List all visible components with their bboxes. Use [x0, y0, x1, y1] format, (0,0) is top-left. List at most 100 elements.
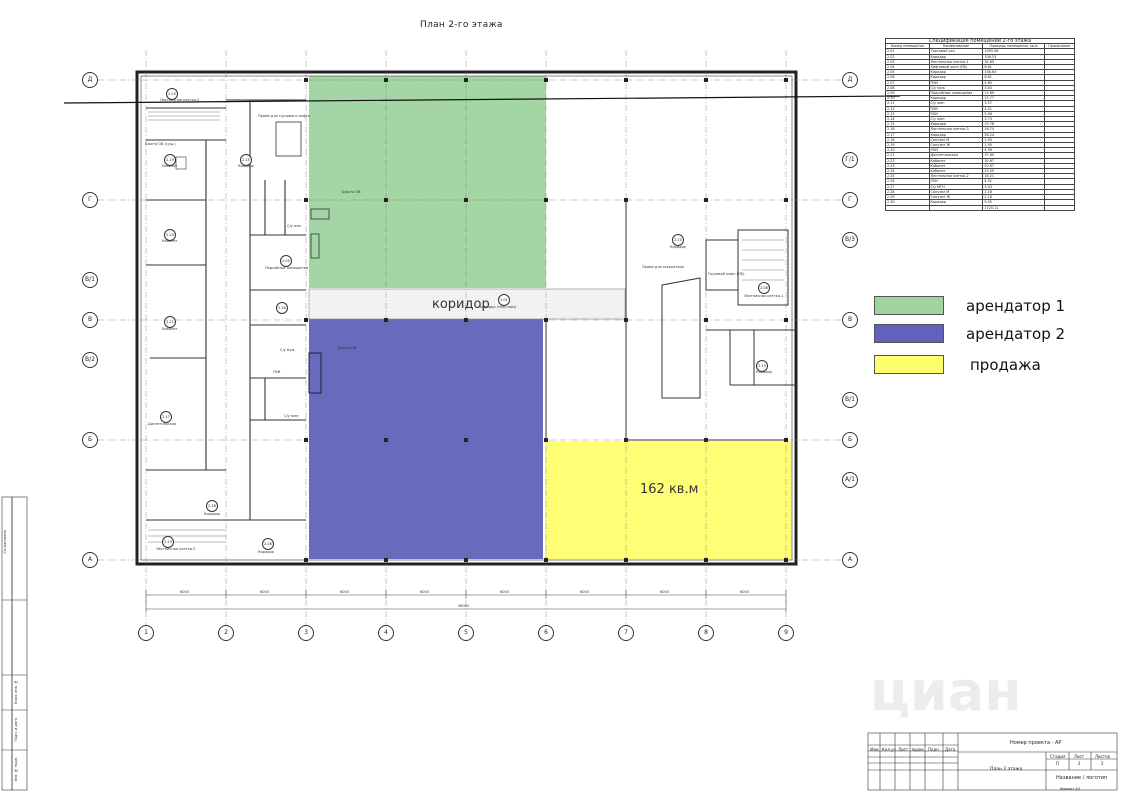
axis-row-right: Д: [842, 72, 858, 88]
watermark: циан: [870, 660, 1022, 723]
dim-segment: 6000: [740, 590, 749, 594]
axis-row-right: Г: [842, 192, 858, 208]
dim-total: 48000: [458, 604, 470, 608]
tenant2-zone: [309, 319, 543, 559]
axis-row-right: В/1: [842, 392, 858, 408]
dim-segment: 6000: [500, 590, 509, 594]
spec-cell: [928, 204, 984, 211]
dim-segment: 6000: [180, 590, 189, 594]
axis-row-left: Б: [82, 432, 98, 448]
room-number: 2.08: [758, 282, 770, 294]
axis-row-left: В: [82, 312, 98, 328]
axis-col-8: 8: [698, 625, 714, 641]
axis-row-right: А: [842, 552, 858, 568]
dim-segment: 6000: [340, 590, 349, 594]
side-stamp: Согласовано: [3, 530, 7, 554]
axis-row-left: А: [82, 552, 98, 568]
room-number: 2.20: [164, 229, 176, 241]
room-number: 2.15: [240, 154, 252, 166]
spec-header: Номер помещения: [885, 43, 930, 50]
axis-row-right: Г/1: [842, 152, 858, 168]
room-number: 2.16: [262, 538, 274, 550]
axis-col-4: 4: [378, 625, 394, 641]
room-label: ПУИ: [273, 370, 281, 374]
room-number: 2.21: [164, 316, 176, 328]
axis-row-right: А/1: [842, 472, 858, 488]
room-label: Грузовой лифт (ПБ): [708, 272, 745, 276]
tb-format: Формат А3: [1060, 787, 1080, 791]
room-label: коридор (техн.пом): [480, 305, 517, 309]
room-number: 2.23: [162, 536, 174, 548]
spec-header: Примечание: [1043, 43, 1076, 50]
axis-col-7: 7: [618, 625, 634, 641]
spec-cell: 1720.11: [982, 204, 1045, 211]
axis-row-left: В/2: [82, 352, 98, 368]
spec-cell: [885, 204, 930, 211]
legend-item-sale: продажа: [874, 355, 1041, 374]
room-number: 2.17: [160, 411, 172, 423]
room-number: 2.01: [498, 294, 510, 306]
tb-col: Дата: [945, 747, 956, 752]
room-label: Шахта ОВ: [342, 190, 361, 194]
legend-label: арендатор 1: [966, 296, 1066, 315]
spec-table-body: 2.01 Торговый зал 1095.56 2.02 Коридор 106.53…: [885, 48, 1076, 211]
room-number: 2.25: [166, 88, 178, 100]
axis-col-2: 2: [218, 625, 234, 641]
legend-label: продажа: [970, 355, 1041, 374]
axis-col-6: 6: [538, 625, 554, 641]
sale-area-label: 162 кв.м: [640, 482, 699, 497]
axis-row-right: В: [842, 312, 858, 328]
dim-segment: 6000: [580, 590, 589, 594]
legend-label: арендатор 2: [966, 324, 1066, 343]
spec-table-block: Спецификация помещений 2-го этажа Номер …: [885, 37, 1076, 211]
room-label: Проем для эскалатора: [642, 265, 684, 269]
spec-header: Площадь помещения, кв.м: [982, 43, 1045, 50]
side-stamp: Инв. № подл.: [14, 757, 18, 782]
dim-segment: 6000: [420, 590, 429, 594]
room-number: 2.19: [164, 154, 176, 166]
tenant1-zone: [309, 76, 546, 288]
floor-plan-sheet: План 2-го этажа 1 2 3 4 5 6 7 8 9 Д Г В/…: [0, 0, 1123, 794]
axis-row-left: В/1: [82, 272, 98, 288]
axis-row-right: В/3: [842, 232, 858, 248]
room-label: Лестничная клетка-2: [160, 98, 200, 102]
axis-row-left: Г: [82, 192, 98, 208]
axis-col-5: 5: [458, 625, 474, 641]
tb-sheets: 2: [1101, 761, 1104, 766]
legend-item-tenant2: арендатор 2: [874, 324, 1065, 343]
legend-swatch: [874, 324, 944, 343]
dim-segment: 6000: [660, 590, 669, 594]
room-number: 2.18: [206, 500, 218, 512]
room-number: 2.10: [672, 234, 684, 246]
spec-row: 1720.11: [885, 204, 1076, 211]
legend-swatch: [874, 296, 944, 315]
spec-table: Спецификация помещений 2-го этажа Номер …: [885, 37, 1076, 211]
room-label: С/у жен: [287, 224, 302, 228]
side-stamp: Подп. и дата: [14, 718, 18, 742]
sale-zone: [545, 441, 792, 559]
axis-row-left: Д: [82, 72, 98, 88]
room-label: Диспетчерская: [148, 422, 177, 426]
room-label: Шахта ОВ: [338, 346, 357, 350]
dim-segment: 6000: [260, 590, 269, 594]
legend-swatch: [874, 355, 944, 374]
room-number: 2.15: [756, 360, 768, 372]
spec-cell: [1043, 204, 1076, 211]
tb-col: №док.: [912, 747, 926, 752]
room-label: Проем для грузового лифта: [258, 114, 310, 118]
axis-row-right: Б: [842, 432, 858, 448]
tb-sheet-name: План 2 этажа: [990, 767, 1023, 772]
tb-col: Изм.: [870, 747, 880, 752]
tb-col: Подп.: [928, 747, 941, 752]
room-label: Коридор: [204, 512, 220, 516]
axis-col-3: 3: [298, 625, 314, 641]
axis-col-9: 9: [778, 625, 794, 641]
tb-stage: П: [1056, 761, 1060, 766]
tb-sheet-h: Лист: [1074, 754, 1085, 759]
room-number: 2.05: [280, 255, 292, 267]
room-label: С/у муж: [280, 348, 295, 352]
tb-company: Название / логотип: [1056, 775, 1108, 781]
tb-sheets-h: Листов: [1095, 754, 1110, 759]
tb-col: Лист: [898, 747, 909, 752]
room-label: Лестничная клетка-3: [156, 547, 196, 551]
